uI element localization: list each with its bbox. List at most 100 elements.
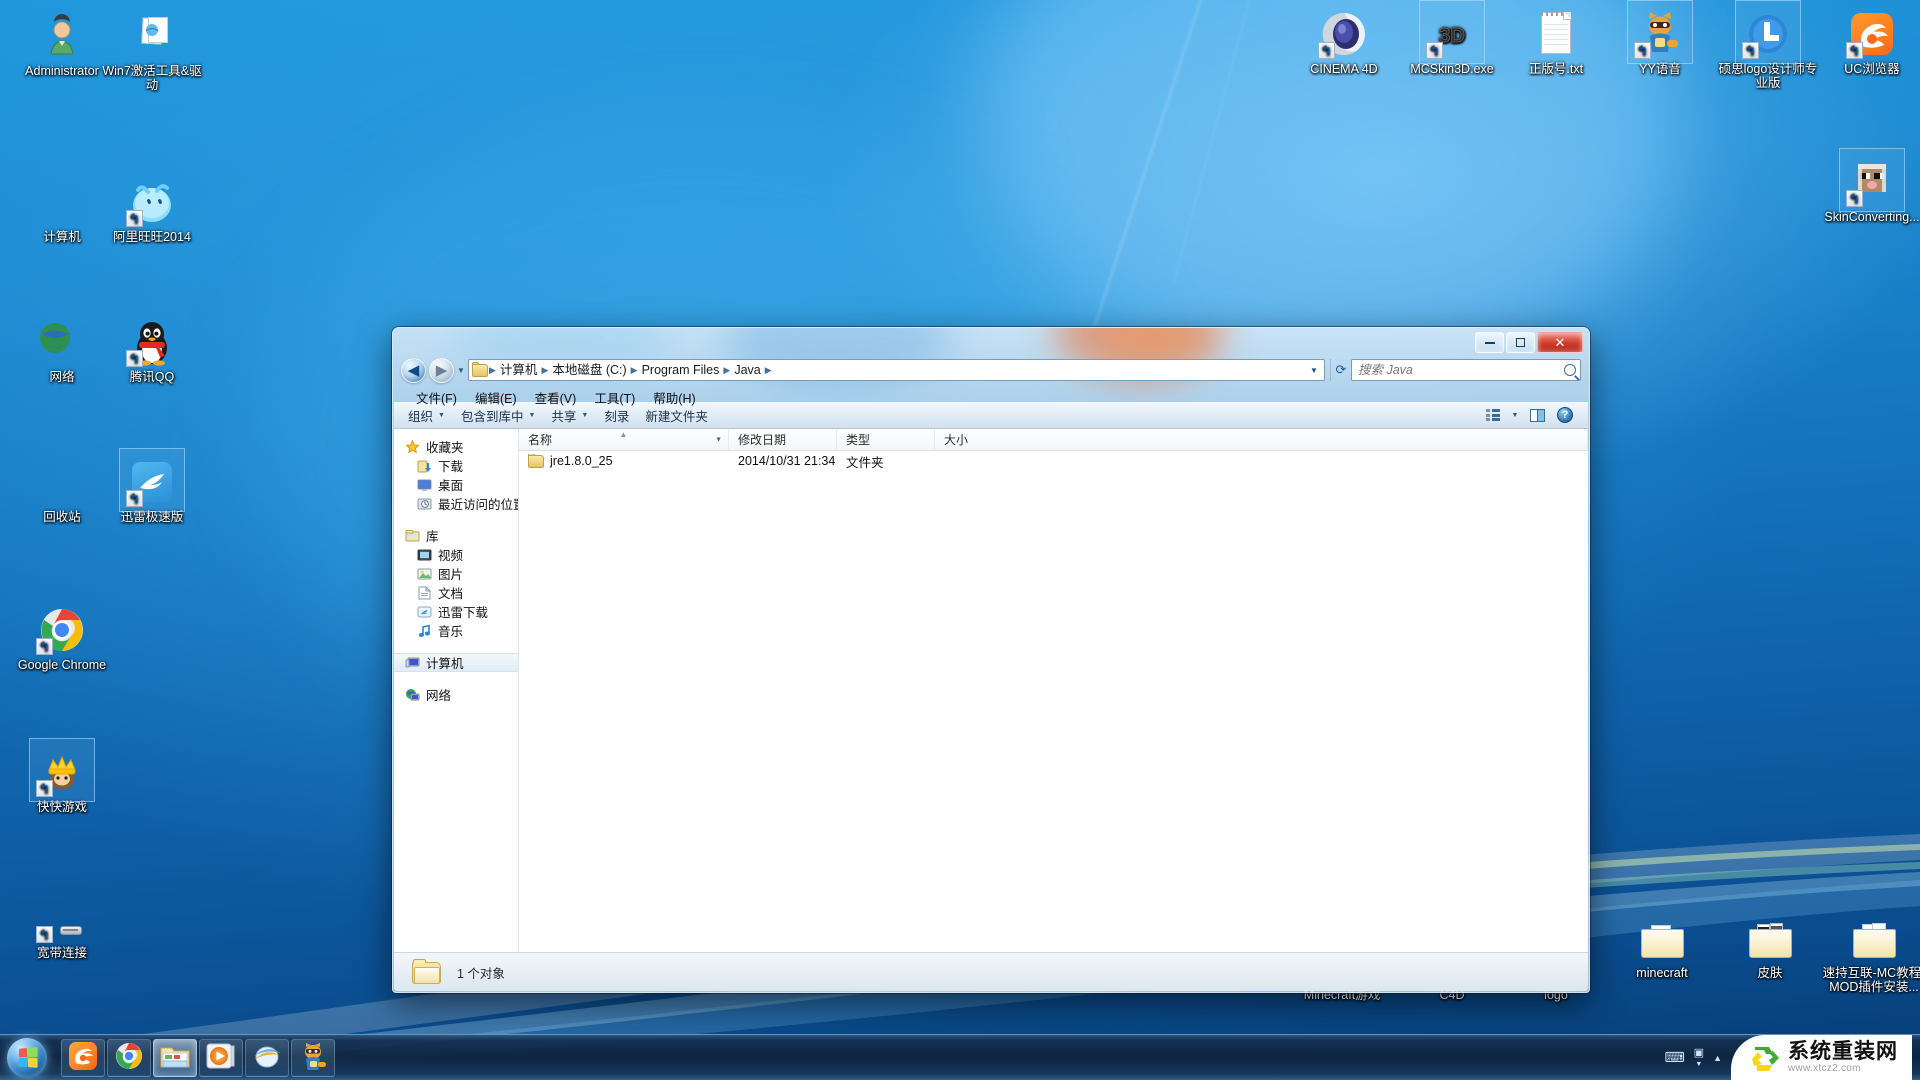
sidebar-item-计算机[interactable]: 计算机 (394, 653, 518, 672)
desktop-icon[interactable]: 迅雷极速版 (96, 452, 208, 524)
column-header-修改日期[interactable]: 修改日期 (729, 429, 837, 450)
back-button[interactable]: ◀ (401, 357, 426, 383)
sidebar-item-库[interactable]: 库 (394, 526, 518, 545)
minimize-button[interactable] (1475, 332, 1504, 353)
desktop-icon[interactable]: SkinConverting... (1816, 152, 1920, 224)
desktop-icon-graphic (96, 312, 208, 367)
sidebar-item-最近访问的位置[interactable]: 最近访问的位置 (394, 494, 518, 513)
taskbar-app-Internet Explorer[interactable] (245, 1038, 289, 1077)
chevron-down-icon[interactable]: ▼ (1695, 1061, 1702, 1068)
library-icon (404, 528, 420, 543)
watermark-text: 系统重装网 www.xtcz2.com (1788, 1041, 1898, 1074)
refresh-button[interactable]: ⟳ (1330, 359, 1351, 381)
menu-item-1[interactable]: 编辑(E) (466, 386, 526, 409)
desktop-icon[interactable]: 腾讯QQ (96, 312, 208, 384)
sidebar-item-label: 音乐 (438, 625, 464, 639)
column-header-名称[interactable]: 名称 ▲ ▼ (519, 429, 729, 450)
menu-item-2[interactable]: 查看(V) (526, 386, 586, 409)
chevron-down-icon: ▼ (581, 411, 589, 419)
desktop-icon[interactable]: UC浏览器 (1816, 4, 1920, 76)
tray-hidden-icon[interactable]: ▣ (1694, 1047, 1704, 1059)
file-list[interactable]: jre1.8.0_25 2014/10/31 21:34 文件夹 (519, 451, 1588, 952)
column-header-label: 名称 (528, 433, 553, 447)
breadcrumb-item-1[interactable]: 本地磁盘 (C:) (549, 361, 629, 379)
sidebar-item-迅雷下载[interactable]: 迅雷下载 (394, 602, 518, 621)
desktop-icon[interactable]: 速持互联-MC教程-MOD插件安装... (1818, 908, 1920, 994)
sidebar-item-图片[interactable]: 图片 (394, 564, 518, 583)
aliwangwang-icon (126, 178, 176, 227)
desktop-icon[interactable]: 宽带连接 (6, 888, 118, 960)
taskbar-app-Google Chrome[interactable] (107, 1038, 151, 1077)
address-dropdown-icon[interactable]: ▼ (1306, 366, 1322, 375)
desktop-icon[interactable]: CINEMA 4D (1288, 4, 1400, 76)
desktop-icon[interactable]: 正版号.txt (1500, 4, 1612, 76)
address-bar[interactable]: ▶ 计算机 ▶ 本地磁盘 (C:) ▶ Program Files ▶ Java… (468, 359, 1325, 381)
menu-bar: 文件(F) 编辑(E) 查看(V) 工具(T) 帮助(H) (393, 386, 1589, 408)
taskbar-app-UC浏览器[interactable] (61, 1038, 105, 1077)
desktop-icon[interactable]: minecraft (1606, 908, 1718, 980)
menu-item-3[interactable]: 工具(T) (585, 386, 644, 409)
desktop-icon[interactable]: YY语音 (1604, 4, 1716, 76)
breadcrumb-separator[interactable]: ▶ (630, 365, 639, 376)
taskbar-app-Windows 资源管理器[interactable] (153, 1038, 197, 1077)
minecraft-skin-icon (1846, 158, 1896, 207)
desktop-icon[interactable]: 硕思logo设计师专业版 (1712, 4, 1824, 90)
file-name: jre1.8.0_25 (550, 454, 613, 468)
breadcrumb-separator[interactable]: ▶ (540, 365, 549, 376)
svg-text:3D: 3D (1439, 25, 1465, 47)
breadcrumb-item-3[interactable]: Java (731, 361, 763, 379)
tray-hidden-group[interactable]: ▣ ▼ (1694, 1047, 1704, 1068)
file-list-pane: 名称 ▲ ▼ 修改日期 类型 大小 jre1.8.0_25 2014/10/31 21:34… (519, 429, 1588, 952)
sidebar-item-音乐[interactable]: 音乐 (394, 621, 518, 640)
watermark-url: www.xtcz2.com (1788, 1063, 1861, 1074)
breadcrumb-separator[interactable]: ▶ (722, 365, 731, 376)
breadcrumb-separator[interactable]: ▶ (488, 365, 497, 376)
desktop-icon[interactable]: Google Chrome (6, 600, 118, 672)
sidebar-item-桌面[interactable]: 桌面 (394, 475, 518, 494)
sidebar-item-网络[interactable]: 网络 (394, 685, 518, 704)
menu-item-4[interactable]: 帮助(H) (644, 386, 704, 409)
desktop-icon[interactable]: Win7激活工具&驱动 (96, 6, 208, 92)
shortcut-overlay-icon (1426, 42, 1443, 59)
ime-keyboard-icon[interactable]: ⌨ (1664, 1049, 1684, 1066)
explorer-window[interactable]: ✕ ◀ ▶ ▼ ▶ 计算机 ▶ 本地磁盘 (C:) ▶ Program File… (392, 327, 1590, 993)
sidebar-item-文档[interactable]: 文档 (394, 583, 518, 602)
breadcrumb-separator[interactable]: ▶ (764, 365, 773, 376)
search-input[interactable] (1358, 363, 1564, 377)
sidebar-item-label: 计算机 (426, 657, 464, 671)
column-header-大小[interactable]: 大小 (935, 429, 1588, 450)
breadcrumb-item-0[interactable]: 计算机 (497, 361, 541, 379)
sidebar-item-视频[interactable]: 视频 (394, 545, 518, 564)
file-name-cell: jre1.8.0_25 (519, 454, 729, 468)
shortcut-overlay-icon (126, 490, 143, 507)
show-hidden-icons-button[interactable]: ▲ (1713, 1053, 1722, 1063)
recycle-arrows-icon (1749, 1043, 1781, 1073)
window-content: 组织 ▼ 包含到库中 ▼ 共享 ▼ 刻录 新建文件夹 ▼ ? 收藏夹 下载 桌面… (394, 402, 1588, 991)
desktop-icon-label: SkinConverting... (1824, 210, 1920, 224)
breadcrumb-item-2[interactable]: Program Files (639, 361, 723, 379)
desktop-icon[interactable]: 快快游戏 (6, 742, 118, 814)
maximize-button[interactable] (1506, 332, 1535, 353)
taskbar-app-YY语音[interactable] (291, 1038, 335, 1077)
desktop-icon-label: minecraft (1636, 966, 1688, 980)
start-button[interactable] (1, 1036, 53, 1080)
close-button[interactable]: ✕ (1537, 332, 1583, 353)
sidebar-item-下载[interactable]: 下载 (394, 456, 518, 475)
desktop-icon[interactable]: 阿里旺旺2014 (96, 172, 208, 244)
desktop-icon-label: MCSkin3D.exe (1410, 62, 1494, 76)
ie-icon (252, 1042, 282, 1073)
forward-button[interactable]: ▶ (429, 357, 454, 383)
column-header-类型[interactable]: 类型 (837, 429, 935, 450)
table-row[interactable]: jre1.8.0_25 2014/10/31 21:34 文件夹 (519, 451, 1588, 471)
menu-item-0[interactable]: 文件(F) (407, 386, 466, 409)
search-box[interactable] (1351, 359, 1581, 381)
sidebar-item-收藏夹[interactable]: 收藏夹 (394, 437, 518, 456)
desktop-icon[interactable]: 3D MCSkin3D.exe (1396, 4, 1508, 77)
taskbar-app-Windows Media Player[interactable] (199, 1038, 243, 1077)
column-filter-dropdown-icon[interactable]: ▼ (715, 436, 722, 443)
desktop-icon[interactable]: 皮肤 (1714, 908, 1826, 980)
recent-pages-dropdown[interactable]: ▼ (454, 366, 468, 375)
